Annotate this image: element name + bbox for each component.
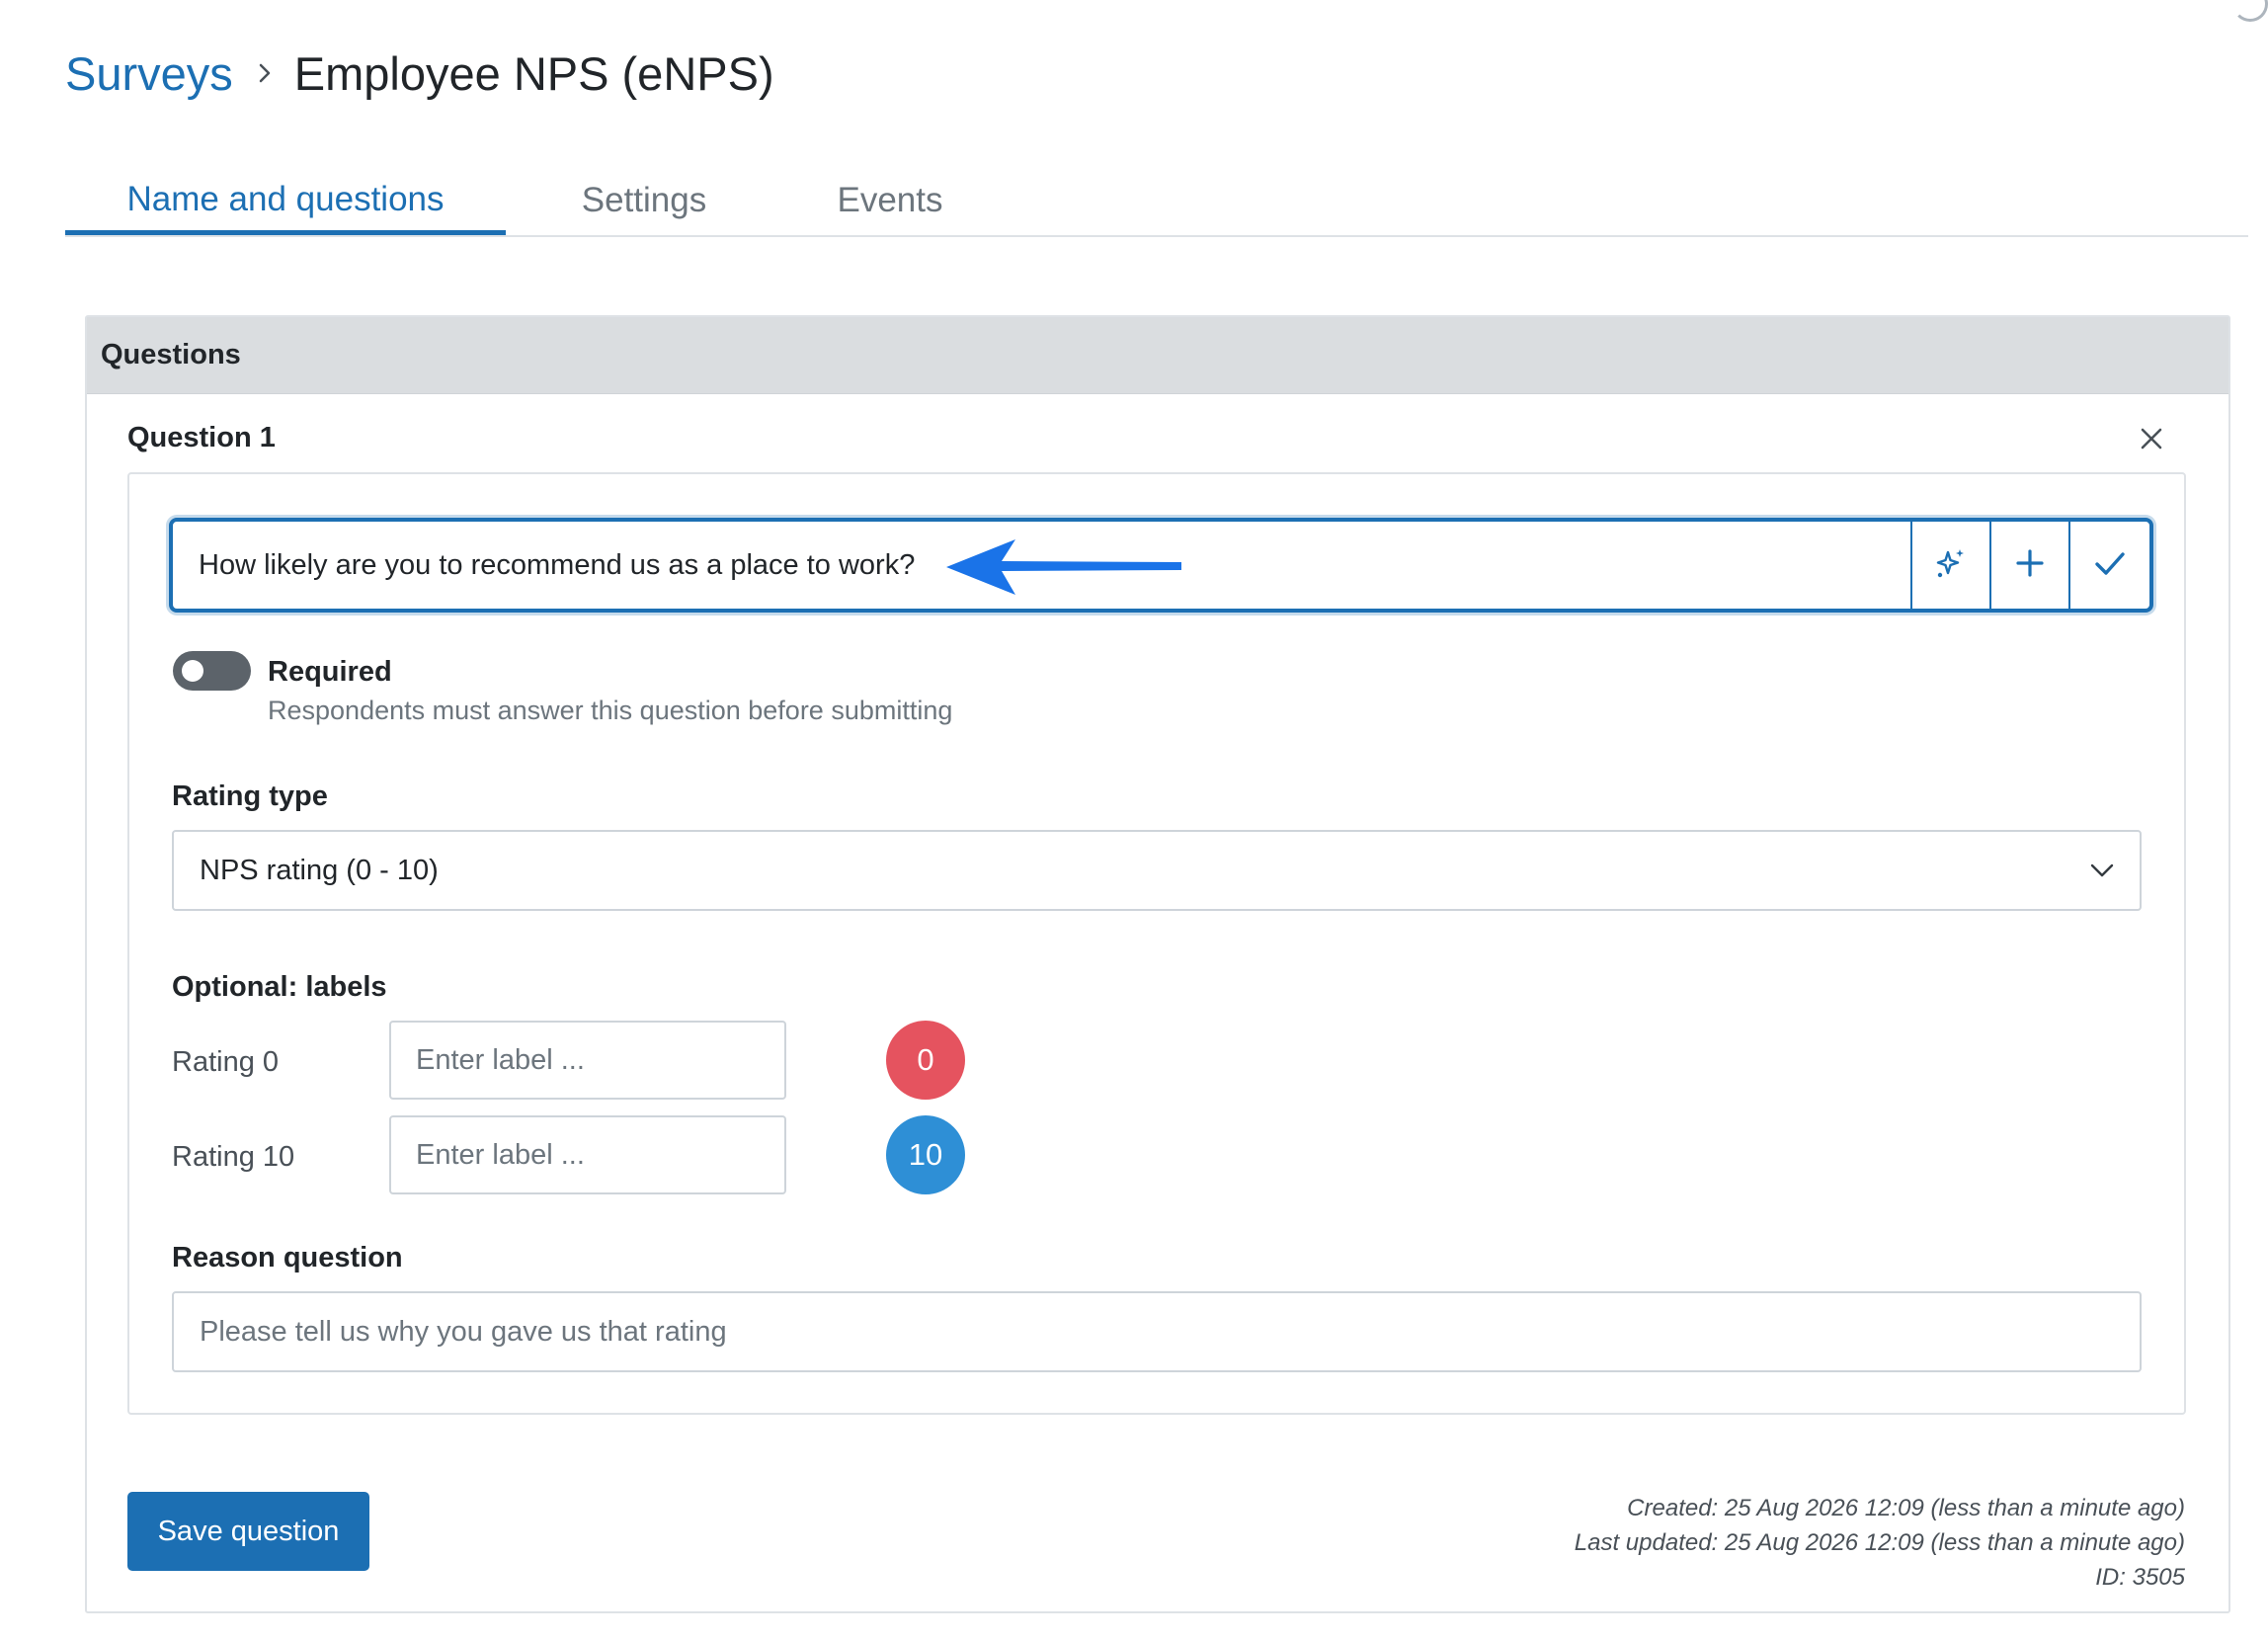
chevron-down-icon — [2072, 863, 2132, 877]
reason-question-placeholder: Please tell us why you gave us that rati… — [200, 1315, 727, 1348]
tab-name-and-questions[interactable]: Name and questions — [65, 168, 506, 235]
question-panel — [127, 472, 2186, 1415]
rating-10-label: Rating 10 — [172, 1141, 295, 1173]
required-label: Required — [268, 656, 392, 688]
breadcrumb-surveys-link[interactable]: Surveys — [65, 46, 233, 101]
rating-type-value: NPS rating (0 - 10) — [200, 854, 439, 886]
required-help-text: Respondents must answer this question be… — [268, 696, 953, 725]
required-toggle[interactable] — [173, 651, 251, 691]
question-title: Question 1 — [127, 422, 276, 453]
add-button[interactable] — [1989, 522, 2068, 609]
tab-bar: Name and questions Settings Events — [65, 168, 2248, 237]
rating-0-label: Rating 0 — [172, 1046, 280, 1078]
rating-type-select[interactable]: NPS rating (0 - 10) — [172, 830, 2142, 911]
rating-10-placeholder: Enter label ... — [416, 1138, 585, 1171]
tab-settings[interactable]: Settings — [535, 168, 753, 233]
annotation-arrow-icon — [946, 539, 1181, 595]
rating-10-label-input[interactable]: Enter label ... — [389, 1115, 786, 1194]
created-timestamp: Created: 25 Aug 2026 12:09 (less than a … — [1627, 1495, 2185, 1521]
rating-0-badge: 0 — [886, 1021, 965, 1100]
tab-events[interactable]: Events — [786, 168, 994, 233]
updated-timestamp: Last updated: 25 Aug 2026 12:09 (less th… — [1574, 1529, 2185, 1556]
confirm-button[interactable] — [2068, 522, 2149, 609]
page-title: Employee NPS (eNPS) — [293, 46, 774, 100]
optional-labels-heading: Optional: labels — [172, 971, 387, 1003]
questions-card-title: Questions — [101, 339, 241, 370]
breadcrumb: Surveys Employee NPS (eNPS) — [65, 43, 774, 103]
record-metadata: Created: 25 Aug 2026 12:09 (less than a … — [1575, 1491, 2185, 1595]
save-question-button[interactable]: Save question — [127, 1492, 369, 1571]
rating-0-label-input[interactable]: Enter label ... — [389, 1021, 786, 1100]
ai-suggest-button[interactable] — [1910, 522, 1989, 609]
record-id: ID: 3505 — [2095, 1564, 2185, 1591]
rating-type-label: Rating type — [172, 780, 328, 812]
reason-question-input[interactable]: Please tell us why you gave us that rati… — [172, 1291, 2142, 1372]
questions-card-header: Questions — [87, 317, 2228, 394]
loading-indicator-icon — [2232, 0, 2268, 22]
toggle-knob — [182, 660, 203, 682]
plus-icon — [2015, 548, 2045, 583]
reason-question-label: Reason question — [172, 1242, 403, 1273]
check-icon — [2094, 549, 2126, 582]
rating-10-badge: 10 — [886, 1115, 965, 1194]
chevron-right-icon — [245, 53, 284, 93]
sparkle-icon — [1934, 546, 1968, 585]
remove-question-close-icon[interactable] — [2134, 421, 2169, 456]
rating-0-placeholder: Enter label ... — [416, 1043, 585, 1076]
